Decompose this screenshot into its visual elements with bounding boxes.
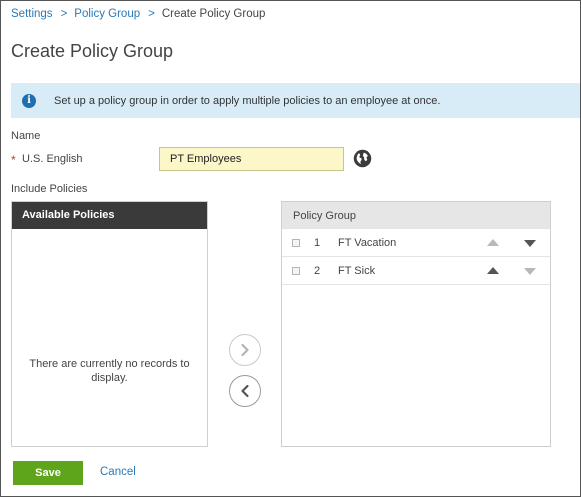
breadcrumb-separator: > [148,8,155,20]
move-left-button[interactable] [229,375,261,407]
empty-records-message: There are currently no records to displa… [29,358,190,384]
policy-group-name-input[interactable] [159,147,344,171]
breadcrumb-separator: > [60,8,68,20]
row-number: 1 [314,237,321,249]
chevron-left-icon [241,384,249,398]
save-button[interactable]: Save [13,461,83,485]
available-policies-panel: Available Policies There are currently n… [11,201,208,447]
language-label: U.S. English [22,153,83,165]
info-banner-text: Set up a policy group in order to apply … [54,94,441,107]
move-down-icon[interactable] [524,240,536,247]
move-up-icon[interactable] [487,267,499,274]
policy-group-header: Policy Group [282,202,550,229]
breadcrumb-settings-link[interactable]: Settings [11,8,53,20]
globe-icon[interactable] [353,149,372,168]
row-checkbox[interactable] [292,267,300,275]
breadcrumb-policy-group-link[interactable]: Policy Group [74,8,140,20]
required-marker: * [11,153,16,167]
name-label: Name [11,130,41,142]
info-icon: i [22,93,36,108]
include-policies-label: Include Policies [11,183,88,195]
row-policy-name: FT Sick [338,265,376,277]
move-right-button[interactable] [229,334,261,366]
info-banner: i Set up a policy group in order to appl… [11,83,580,118]
page-title: Create Policy Group [11,41,174,61]
chevron-right-icon [241,343,249,357]
breadcrumb-current: Create Policy Group [161,8,266,20]
move-down-icon[interactable] [524,268,536,275]
available-policies-header: Available Policies [12,202,207,229]
row-policy-name: FT Vacation [338,237,397,249]
cancel-link[interactable]: Cancel [100,466,136,478]
policy-group-panel: Policy Group 1 FT Vacation 2 FT Sick [281,201,551,447]
policy-row: 1 FT Vacation [282,229,550,257]
policy-row: 2 FT Sick [282,257,550,285]
breadcrumb: Settings > Policy Group > Create Policy Grou… [11,8,265,20]
move-up-icon[interactable] [487,239,499,246]
row-checkbox[interactable] [292,239,300,247]
row-number: 2 [314,265,321,277]
